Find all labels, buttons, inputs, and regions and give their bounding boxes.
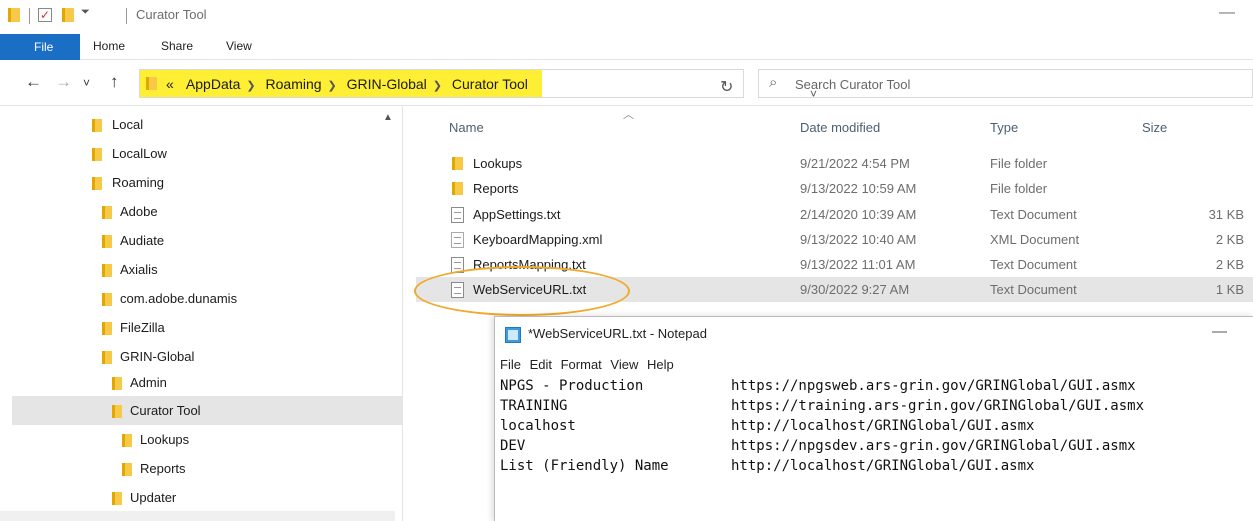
search-box[interactable]: ⌕ Search Curator Tool bbox=[758, 69, 1253, 98]
chevron-right-icon[interactable]: ❯ bbox=[433, 80, 442, 92]
file-name: Reports bbox=[473, 181, 519, 196]
folder-app-icon bbox=[8, 8, 20, 22]
search-input[interactable]: Search Curator Tool bbox=[795, 77, 910, 92]
file-size: 2 KB bbox=[1215, 257, 1244, 272]
file-date: 9/13/2022 10:59 AM bbox=[800, 181, 917, 196]
file-name: Lookups bbox=[473, 156, 523, 171]
window-title: Curator Tool bbox=[136, 7, 207, 22]
back-arrow-icon[interactable]: ← bbox=[25, 72, 42, 92]
folder-icon bbox=[122, 463, 132, 476]
refresh-icon[interactable]: ↻ bbox=[720, 77, 733, 97]
menu-view[interactable]: View bbox=[610, 357, 638, 372]
folder-icon bbox=[122, 434, 132, 447]
navigation-bar: ← → ˅ ↑ « AppData ❯ Roaming ❯ GRIN-Global ❯… bbox=[0, 60, 1253, 106]
forward-arrow-icon[interactable]: → bbox=[55, 72, 72, 92]
file-row[interactable]: Lookups 9/21/2022 4:54 PM File folder bbox=[416, 151, 1253, 176]
folder-icon bbox=[452, 182, 463, 195]
file-type: Text Document bbox=[990, 257, 1077, 272]
column-header-date-modified[interactable]: Date modified bbox=[800, 120, 880, 135]
file-type: File folder bbox=[990, 181, 1048, 196]
tab-home[interactable]: Home bbox=[93, 39, 125, 53]
file-name: KeyboardMapping.xml bbox=[473, 232, 603, 247]
nav-selection-highlight bbox=[12, 396, 402, 425]
chevron-right-icon[interactable]: ❯ bbox=[246, 80, 255, 92]
xml-file-icon bbox=[451, 232, 464, 248]
tab-view[interactable]: View bbox=[226, 39, 252, 53]
title-divider bbox=[29, 8, 30, 24]
notepad-menu-bar: File Edit Format View Help bbox=[500, 357, 679, 372]
breadcrumb: « AppData ❯ Roaming ❯ GRIN-Global ❯ Curator… bbox=[166, 76, 528, 92]
menu-edit[interactable]: Edit bbox=[530, 357, 552, 372]
menu-help[interactable]: Help bbox=[647, 357, 674, 372]
file-row[interactable]: Reports 9/13/2022 10:59 AM File folder bbox=[416, 176, 1253, 201]
file-size: 31 KB bbox=[1208, 207, 1244, 222]
file-date: 9/13/2022 11:01 AM bbox=[800, 257, 916, 272]
folder-icon bbox=[112, 405, 122, 418]
file-date: 9/13/2022 10:40 AM bbox=[800, 232, 917, 247]
menu-format[interactable]: Format bbox=[561, 357, 602, 372]
file-size: 1 KB bbox=[1215, 282, 1244, 297]
folder-icon bbox=[92, 177, 102, 190]
breadcrumb-grin-global[interactable]: GRIN-Global bbox=[347, 76, 427, 92]
search-icon: ⌕ bbox=[769, 74, 778, 91]
file-date: 9/30/2022 9:27 AM bbox=[800, 282, 910, 297]
navigation-pane: ▲ Local LocalLow Roaming Adobe Audiate A… bbox=[0, 106, 403, 521]
folder-icon bbox=[102, 322, 112, 335]
folder-icon bbox=[92, 119, 102, 132]
file-name: AppSettings.txt bbox=[473, 207, 561, 222]
new-folder-quick-access-icon[interactable] bbox=[62, 8, 74, 22]
horizontal-scrollbar[interactable] bbox=[0, 511, 395, 521]
tab-share[interactable]: Share bbox=[161, 39, 193, 53]
notepad-minimize-button[interactable]: — bbox=[1212, 323, 1227, 340]
title-divider-2 bbox=[126, 8, 127, 24]
folder-icon bbox=[92, 148, 102, 161]
column-header-size[interactable]: Size bbox=[1142, 120, 1167, 135]
chevron-right-icon[interactable]: ❯ bbox=[328, 80, 337, 92]
folder-icon bbox=[112, 377, 122, 390]
file-size: 2 KB bbox=[1215, 232, 1244, 247]
notepad-title: *WebServiceURL.txt - Notepad bbox=[528, 326, 707, 341]
file-date: 2/14/2020 10:39 AM bbox=[800, 207, 917, 222]
title-bar: ✓ ⏷ Curator Tool — bbox=[0, 0, 1253, 34]
folder-icon bbox=[102, 235, 112, 248]
address-bar[interactable]: « AppData ❯ Roaming ❯ GRIN-Global ❯ Curator… bbox=[139, 69, 817, 101]
notepad-icon bbox=[505, 327, 521, 343]
menu-file[interactable]: File bbox=[500, 357, 521, 372]
folder-icon bbox=[102, 206, 112, 219]
file-row[interactable]: KeyboardMapping.xml 9/13/2022 10:40 AM X… bbox=[416, 227, 1253, 252]
customize-toolbar-dropdown-icon[interactable]: ⏷ bbox=[81, 6, 90, 19]
breadcrumb-curator-tool[interactable]: Curator Tool bbox=[452, 76, 528, 92]
properties-quick-access-icon[interactable]: ✓ bbox=[38, 8, 52, 22]
file-type: Text Document bbox=[990, 207, 1077, 222]
folder-icon bbox=[146, 77, 157, 90]
ribbon-tabs: File Home Share View bbox=[0, 34, 1253, 60]
folder-icon bbox=[102, 264, 112, 277]
file-date: 9/21/2022 4:54 PM bbox=[800, 156, 910, 171]
file-row[interactable]: AppSettings.txt 2/14/2020 10:39 AM Text … bbox=[416, 202, 1253, 227]
minimize-button[interactable]: — bbox=[1219, 4, 1235, 22]
scroll-up-arrow-icon[interactable]: ▲ bbox=[383, 112, 393, 123]
text-file-icon bbox=[451, 207, 464, 223]
column-header-name[interactable]: Name bbox=[449, 120, 484, 135]
highlight-circle bbox=[414, 266, 630, 316]
file-type: File folder bbox=[990, 156, 1048, 171]
folder-icon bbox=[452, 157, 463, 170]
column-header-type[interactable]: Type bbox=[990, 120, 1018, 135]
folder-icon bbox=[102, 293, 112, 306]
up-arrow-icon[interactable]: ↑ bbox=[110, 72, 119, 92]
notepad-window: *WebServiceURL.txt - Notepad — File Edit… bbox=[494, 316, 1253, 521]
tab-file[interactable]: File bbox=[0, 34, 80, 60]
sort-ascending-icon: ︿ bbox=[623, 109, 634, 121]
file-type: XML Document bbox=[990, 232, 1080, 247]
folder-icon bbox=[102, 351, 112, 364]
recent-locations-chevron-icon[interactable]: ˅ bbox=[83, 76, 90, 90]
file-type: Text Document bbox=[990, 282, 1077, 297]
breadcrumb-overflow[interactable]: « bbox=[166, 76, 174, 92]
breadcrumb-appdata[interactable]: AppData bbox=[186, 76, 240, 92]
breadcrumb-roaming[interactable]: Roaming bbox=[266, 76, 322, 92]
folder-icon bbox=[112, 492, 122, 505]
